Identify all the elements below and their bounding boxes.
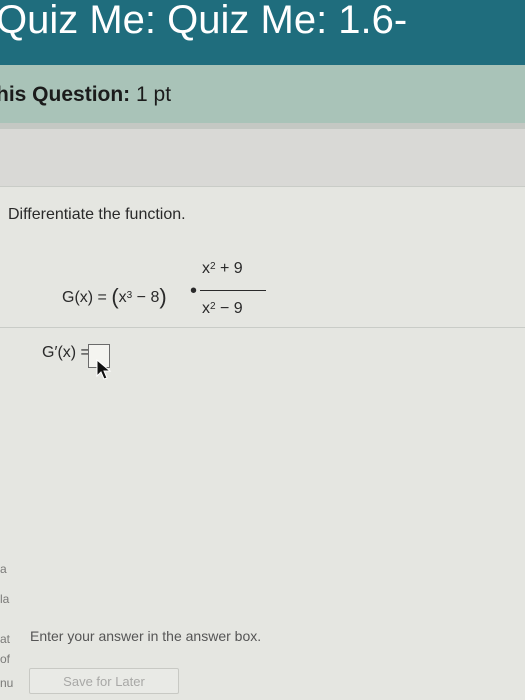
points-value: 1 pt	[136, 83, 172, 106]
sidebar-fragment: la	[0, 592, 10, 606]
numerator-base: x	[202, 260, 210, 277]
sidebar-fragment: nu	[0, 676, 14, 690]
sidebar-fragment: of	[0, 652, 11, 666]
close-paren: )	[159, 284, 167, 309]
factor-exponent: 3	[126, 290, 133, 301]
question-info-bar: his Question: 1 pt	[0, 65, 525, 123]
mouse-cursor-icon	[96, 359, 112, 380]
fraction-bar	[200, 290, 266, 291]
function-expression: G(x) = (x3 − 8) • x2 + 9 x2 − 9	[62, 254, 362, 334]
function-lhs: G(x) = (x3 − 8)	[62, 282, 167, 309]
sidebar-fragment: a	[0, 562, 7, 576]
save-for-later-button[interactable]: Save for Later	[29, 668, 179, 694]
divider	[0, 327, 525, 328]
divider	[0, 123, 525, 129]
question-label: his Question:	[0, 83, 131, 106]
open-paren: (	[111, 284, 119, 309]
denominator-exponent: 2	[210, 301, 216, 312]
panel-border	[0, 186, 525, 187]
numerator-exponent: 2	[210, 261, 216, 272]
sidebar-fragment: at	[0, 632, 11, 646]
question-points: his Question: 1 pt	[0, 83, 171, 107]
question-instruction: Differentiate the function.	[8, 206, 186, 223]
answer-hint: Enter your answer in the answer box.	[30, 628, 262, 644]
factor-base: x	[118, 289, 127, 306]
fraction-denominator: x2 − 9	[202, 300, 243, 318]
multiply-operator: •	[190, 280, 198, 302]
function-name: G(x) =	[62, 289, 107, 306]
quiz-header: Quiz Me: Quiz Me: 1.6-	[0, 0, 525, 65]
fraction-numerator: x2 + 9	[202, 260, 243, 278]
answer-label: G′(x) =	[42, 344, 90, 361]
denominator-rest: − 9	[215, 300, 243, 317]
numerator-rest: + 9	[215, 260, 243, 277]
denominator-base: x	[202, 300, 210, 317]
quiz-title: Quiz Me: Quiz Me: 1.6-	[0, 0, 408, 42]
factor-rest: − 8	[132, 289, 160, 306]
